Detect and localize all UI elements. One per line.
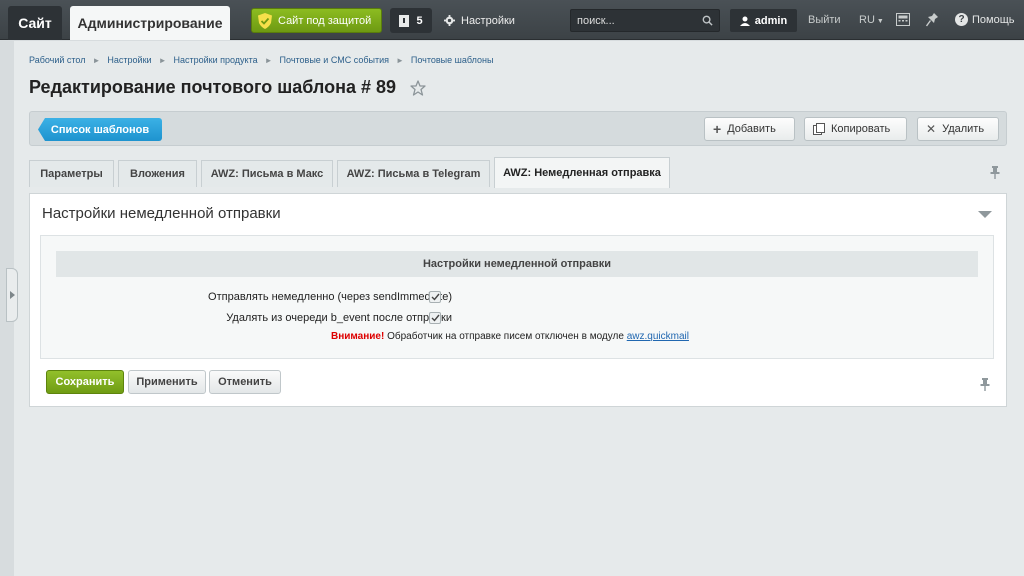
tab-awz-max[interactable]: AWZ: Письма в Макс xyxy=(201,160,333,187)
module-link[interactable]: awz.quickmail xyxy=(627,331,689,342)
calculator-icon[interactable] xyxy=(896,13,910,26)
plus-icon: + xyxy=(713,121,722,137)
user-icon xyxy=(739,16,750,26)
template-list-button[interactable]: Список шаблонов xyxy=(38,118,162,141)
add-label: Добавить xyxy=(727,123,776,135)
star-icon[interactable] xyxy=(410,79,426,96)
help-icon: ? xyxy=(955,13,968,26)
cancel-button[interactable]: Отменить xyxy=(209,370,281,394)
panel-title: Настройки немедленной отправки xyxy=(42,205,281,222)
breadcrumb-item[interactable]: Настройки продукта xyxy=(173,55,257,65)
pin-tabs-icon[interactable] xyxy=(990,166,1000,179)
breadcrumb-item[interactable]: Рабочий стол xyxy=(29,55,86,65)
site-protected-button[interactable]: Сайт под защитой xyxy=(251,8,382,33)
close-icon: ✕ xyxy=(926,122,937,136)
site-protected-label: Сайт под защитой xyxy=(278,14,372,27)
pin-icon[interactable] xyxy=(926,13,938,27)
collapse-icon[interactable] xyxy=(978,211,992,218)
admin-tab[interactable]: Администрирование xyxy=(70,6,230,40)
gear-icon xyxy=(444,15,455,26)
site-tab[interactable]: Сайт xyxy=(8,6,62,40)
add-button[interactable]: + Добавить xyxy=(704,117,795,141)
shield-icon xyxy=(258,12,272,29)
checkmark-icon xyxy=(431,293,440,301)
warning-message: Внимание! Обработчик на отправке писем о… xyxy=(331,331,689,342)
breadcrumb-separator-icon: ► xyxy=(158,55,167,65)
copy-icon xyxy=(813,123,825,135)
page-title: Редактирование почтового шаблона # 89 xyxy=(29,77,396,97)
breadcrumb-separator-icon: ► xyxy=(92,55,101,65)
pin-buttons-icon[interactable] xyxy=(980,378,990,391)
search-input[interactable] xyxy=(571,10,701,31)
delete-from-queue-label: Удалять из очереди b_event после отправк… xyxy=(226,312,452,324)
copy-label: Копировать xyxy=(831,123,891,135)
warning-label: Внимание! xyxy=(331,331,385,342)
help-label: Помощь xyxy=(972,13,1015,26)
apply-button[interactable]: Применить xyxy=(128,370,206,394)
send-immediate-label: Отправлять немедленно (через sendImmedia… xyxy=(208,291,452,303)
save-button[interactable]: Сохранить xyxy=(46,370,124,394)
logout-link[interactable]: Выйти xyxy=(808,14,841,26)
delete-label: Удалить xyxy=(942,123,985,135)
delete-from-queue-checkbox[interactable] xyxy=(429,312,441,324)
tab-parameters[interactable]: Параметры xyxy=(29,160,114,187)
chevron-right-icon xyxy=(10,291,15,299)
breadcrumb-separator-icon: ► xyxy=(264,55,273,65)
settings-label: Настройки xyxy=(461,14,515,27)
checkmark-icon xyxy=(431,314,440,322)
language-selector[interactable]: RU ▼ xyxy=(859,14,884,26)
copy-button[interactable]: Копировать xyxy=(804,117,907,141)
breadcrumb-item[interactable]: Настройки xyxy=(107,55,151,65)
settings-form: Настройки немедленной отправки Отправлят… xyxy=(40,235,994,359)
breadcrumb-separator-icon: ► xyxy=(395,55,404,65)
tab-attachments[interactable]: Вложения xyxy=(118,160,197,187)
chevron-down-icon: ▼ xyxy=(876,18,884,25)
menu-expand-handle[interactable] xyxy=(6,268,18,322)
breadcrumb-item[interactable]: Почтовые шаблоны xyxy=(411,55,494,65)
page-title-row: Редактирование почтового шаблона # 89 xyxy=(29,77,426,98)
help-link[interactable]: ? Помощь xyxy=(955,13,1015,26)
delete-button[interactable]: ✕ Удалить xyxy=(917,117,999,141)
user-name: admin xyxy=(754,14,788,27)
warning-text: Обработчик на отправке писем отключен в … xyxy=(384,331,627,342)
breadcrumb-item[interactable]: Почтовые и СМС события xyxy=(280,55,389,65)
tab-awz-telegram[interactable]: AWZ: Письма в Telegram xyxy=(337,160,490,187)
settings-link[interactable]: Настройки xyxy=(444,8,515,33)
context-toolbar: Список шаблонов + Добавить Копировать ✕ … xyxy=(29,111,1007,146)
settings-panel: Настройки немедленной отправки Настройки… xyxy=(29,193,1007,407)
breadcrumb: Рабочий стол ► Настройки ► Настройки про… xyxy=(29,55,493,65)
user-menu-button[interactable]: admin xyxy=(730,9,797,32)
notification-icon xyxy=(399,14,410,27)
search-box xyxy=(570,9,720,32)
send-immediate-checkbox[interactable] xyxy=(429,291,441,303)
section-heading: Настройки немедленной отправки xyxy=(56,251,978,277)
search-icon[interactable] xyxy=(702,15,713,26)
notifications-count: 5 xyxy=(416,14,423,27)
language-label: RU xyxy=(859,14,875,26)
admin-top-panel: Сайт Администрирование Сайт под защитой … xyxy=(0,0,1024,40)
tab-awz-immediate[interactable]: AWZ: Немедленная отправка xyxy=(494,157,670,188)
notifications-button[interactable]: 5 xyxy=(390,8,432,33)
